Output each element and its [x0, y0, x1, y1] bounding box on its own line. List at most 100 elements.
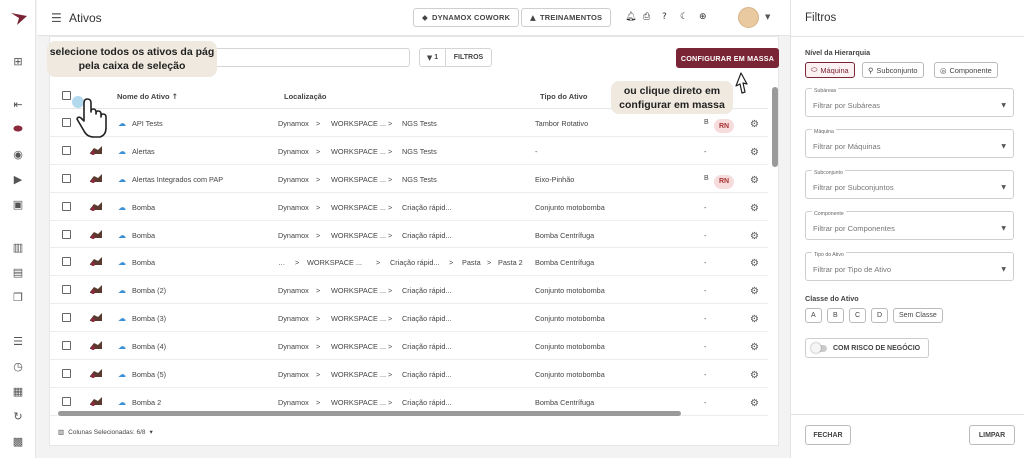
- location-part[interactable]: WORKSPACE ...: [331, 286, 386, 295]
- location-part[interactable]: WORKSPACE ...: [331, 370, 386, 379]
- target-icon[interactable]: ◉: [9, 145, 27, 163]
- location-part[interactable]: Dynamox: [278, 231, 309, 240]
- bell-icon[interactable]: 🔔︎: [625, 12, 636, 22]
- location-part[interactable]: Criação rápid...: [402, 342, 451, 351]
- table-row[interactable]: ☁ Alertas Dynamox > WORKSPACE ... > NGS Tests -…: [50, 137, 768, 165]
- doc-icon[interactable]: ▦: [9, 382, 27, 400]
- table-row[interactable]: ☁ Bomba … > WORKSPACE ... > Criação rápid... > P…: [50, 248, 768, 277]
- chart-icon[interactable]: ▥: [9, 238, 27, 256]
- location-part[interactable]: Dynamox: [278, 370, 309, 379]
- location-part[interactable]: WORKSPACE ...: [331, 342, 386, 351]
- asset-name[interactable]: Bomba: [132, 203, 155, 212]
- row-checkbox[interactable]: [62, 341, 71, 351]
- gear-icon[interactable]: ⚙: [750, 398, 759, 409]
- row-checkbox[interactable]: [62, 229, 71, 239]
- location-part[interactable]: WORKSPACE ...: [331, 314, 386, 323]
- building-icon[interactable]: ▩: [9, 432, 27, 450]
- location-part[interactable]: Dynamox: [278, 286, 309, 295]
- sync-icon[interactable]: ↻: [9, 407, 27, 425]
- location-part[interactable]: WORKSPACE ...: [307, 258, 362, 267]
- location-part[interactable]: WORKSPACE ...: [331, 203, 386, 212]
- filter-select[interactable]: Máquina Filtrar por Máquinas ▼: [805, 129, 1014, 158]
- gear-icon[interactable]: ⚙: [750, 286, 759, 297]
- gear-icon[interactable]: ⚙: [750, 175, 759, 186]
- risk-toggle[interactable]: COM RISCO DE NEGÓCIO: [805, 338, 929, 358]
- header-name[interactable]: Nome do Ativo ↑: [117, 92, 178, 101]
- gear-icon[interactable]: ⚙: [750, 203, 759, 214]
- bulk-configure-button[interactable]: CONFIGURAR EM MASSA: [676, 48, 779, 68]
- clear-button[interactable]: LIMPAR: [969, 425, 1015, 445]
- class-c[interactable]: C: [849, 308, 867, 323]
- location-part[interactable]: …: [278, 258, 285, 267]
- location-part[interactable]: NGS Tests: [402, 119, 437, 128]
- timer-icon[interactable]: ◷: [9, 357, 27, 375]
- row-checkbox[interactable]: [62, 201, 71, 211]
- location-part[interactable]: NGS Tests: [402, 147, 437, 156]
- location-part[interactable]: Criação rápid...: [402, 231, 451, 240]
- location-part[interactable]: Dynamox: [278, 314, 309, 323]
- asset-name[interactable]: Bomba (3): [132, 314, 166, 323]
- vertical-scrollbar[interactable]: [772, 87, 778, 167]
- row-checkbox[interactable]: [62, 396, 71, 406]
- row-checkbox[interactable]: [62, 257, 71, 267]
- table-row[interactable]: ☁ Bomba Dynamox > WORKSPACE ... > Criação rápi…: [50, 193, 768, 221]
- chip-subconjunto[interactable]: ⚲ Subconjunto: [862, 62, 924, 78]
- gear-icon[interactable]: ⚙: [750, 147, 759, 158]
- location-part[interactable]: Dynamox: [278, 342, 309, 351]
- row-checkbox[interactable]: [62, 118, 71, 127]
- filter-select[interactable]: Tipo do Ativo Filtrar por Tipo de Ativo ▼: [805, 252, 1014, 281]
- table-row[interactable]: ☁ Bomba Dynamox > WORKSPACE ... > Criação rápi…: [50, 221, 768, 249]
- list-icon[interactable]: ☰: [9, 332, 27, 350]
- class-b[interactable]: B: [827, 308, 844, 323]
- menu-icon[interactable]: ☰: [51, 11, 62, 25]
- device-icon[interactable]: ▣: [9, 195, 27, 213]
- filter-select[interactable]: Subáreas Filtrar por Subáreas ▼: [805, 88, 1014, 117]
- location-part[interactable]: Dynamox: [278, 119, 309, 128]
- location-part[interactable]: Dynamox: [278, 398, 309, 407]
- location-part[interactable]: Pasta 2: [498, 258, 523, 267]
- table-row[interactable]: ☁ Alertas Integrados com PAP Dynamox > WORKS…: [50, 165, 768, 193]
- search-input[interactable]: [193, 48, 410, 67]
- asset-name[interactable]: Bomba (5): [132, 370, 166, 379]
- location-part[interactable]: Criação rápid...: [402, 314, 451, 323]
- chevron-down-icon[interactable]: ▼: [765, 13, 770, 21]
- chip-maquina[interactable]: ⬭ Máquina: [805, 62, 855, 78]
- table-row[interactable]: ☁ Bomba (5) Dynamox > WORKSPACE ... > Criação …: [50, 360, 768, 388]
- row-checkbox[interactable]: [62, 313, 71, 323]
- gear-icon[interactable]: ⚙: [750, 370, 759, 381]
- location-part[interactable]: Criação rápid...: [402, 370, 451, 379]
- gear-icon[interactable]: ⚙: [750, 119, 759, 130]
- location-part[interactable]: Pasta: [462, 258, 481, 267]
- horizontal-scrollbar[interactable]: [58, 411, 681, 416]
- class-a[interactable]: A: [805, 308, 822, 323]
- chip-componente[interactable]: ◎ Componente: [934, 62, 998, 78]
- row-checkbox[interactable]: [62, 285, 71, 295]
- asset-name[interactable]: Bomba 2: [132, 398, 161, 407]
- class-d[interactable]: D: [871, 308, 889, 323]
- location-part[interactable]: Dynamox: [278, 147, 309, 156]
- asset-name[interactable]: Bomba: [132, 258, 155, 267]
- moon-icon[interactable]: ☾: [680, 12, 688, 22]
- columns-selector[interactable]: ▥ Colunas Selecionadas: 6/8 ▾: [58, 428, 153, 436]
- filter-select[interactable]: Subconjunto Filtrar por Subconjuntos ▼: [805, 170, 1014, 199]
- help-icon[interactable]: ?: [662, 12, 667, 22]
- gear-icon[interactable]: ⚙: [750, 258, 759, 269]
- hierarchy-icon[interactable]: ⊞: [9, 52, 27, 70]
- copy-icon[interactable]: ❐: [9, 288, 27, 306]
- location-part[interactable]: Criação rápid...: [390, 258, 439, 267]
- gear-icon[interactable]: ⚙: [750, 314, 759, 325]
- cowork-button[interactable]: ◆ DYNAMOX COWORK: [413, 8, 520, 27]
- gear-icon[interactable]: ⚙: [750, 231, 759, 242]
- location-part[interactable]: WORKSPACE ...: [331, 175, 386, 184]
- location-part[interactable]: Criação rápid...: [402, 203, 451, 212]
- tree-icon[interactable]: ⇤: [9, 95, 27, 113]
- asset-name[interactable]: API Tests: [132, 119, 163, 128]
- asset-icon[interactable]: ⬬: [9, 120, 27, 138]
- class-none[interactable]: Sem Classe: [893, 308, 943, 323]
- location-part[interactable]: WORKSPACE ...: [331, 147, 386, 156]
- avatar[interactable]: [738, 7, 759, 28]
- table-row[interactable]: ☁ Bomba (4) Dynamox > WORKSPACE ... > Criação …: [50, 332, 768, 361]
- report-icon[interactable]: ▤: [9, 263, 27, 281]
- location-part[interactable]: Criação rápid...: [402, 286, 451, 295]
- filters-button[interactable]: ▼ 1 FILTROS: [419, 48, 492, 67]
